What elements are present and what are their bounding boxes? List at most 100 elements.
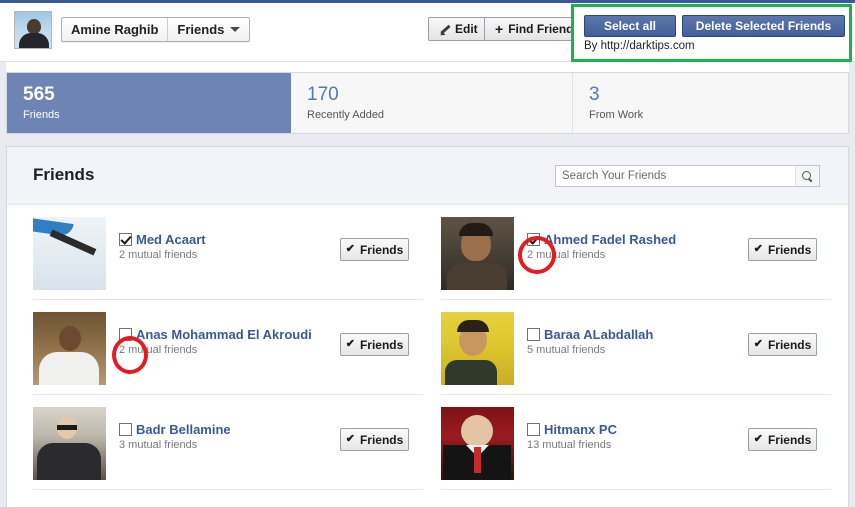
friends-status-button[interactable]: ✔ Friends [340, 428, 409, 451]
friend-info: Anas Mohammad El Akroudi 2 mutual friend… [119, 327, 327, 356]
check-icon: ✔ [345, 433, 355, 445]
friend-mutual-count: 13 mutual friends [527, 439, 612, 451]
friend-name[interactable]: Anas Mohammad El Akroudi [136, 327, 312, 342]
stat-from-work-label: From Work [589, 109, 644, 121]
stat-friends-count: 565 [23, 84, 55, 105]
friend-name[interactable]: Hitmanx PC [544, 422, 617, 437]
edit-button-label: Edit [455, 22, 478, 36]
table-row: Anas Mohammad El Akroudi 2 mutual friend… [33, 300, 423, 395]
search-button[interactable] [795, 166, 819, 186]
friend-name-line: Med Acaart [119, 232, 327, 247]
avatar[interactable] [14, 11, 52, 49]
friend-info: Baraa ALabdallah 5 mutual friends [527, 327, 735, 356]
friend-thumbnail[interactable] [441, 407, 514, 480]
friend-select-checkbox[interactable] [527, 233, 540, 246]
check-icon: ✔ [345, 243, 355, 255]
friends-status-button[interactable]: ✔ Friends [748, 238, 817, 261]
friends-stats-row: 565 Friends 170 Recently Added 3 From Wo… [6, 72, 849, 134]
friend-name[interactable]: Baraa ALabdallah [544, 327, 653, 342]
friend-select-checkbox[interactable] [119, 328, 132, 341]
breadcrumb-section-label: Friends [177, 22, 225, 37]
select-all-button[interactable]: Select all [584, 15, 676, 37]
stat-recently-added-label: Recently Added [307, 109, 385, 121]
friends-status-label: Friends [767, 337, 812, 352]
page-gutter-middle [0, 134, 855, 146]
friend-info: Med Acaart 2 mutual friends [119, 232, 327, 261]
annotation-highlight-box: Select all Delete Selected Friends By ht… [571, 4, 852, 62]
friend-mutual-count: 5 mutual friends [527, 344, 606, 356]
friend-select-checkbox[interactable] [119, 423, 132, 436]
friend-thumbnail[interactable] [441, 217, 514, 290]
breadcrumb: Amine Raghib Friends [61, 17, 251, 42]
magnifier-icon [802, 170, 813, 182]
avatar-head [27, 19, 41, 34]
friends-panel: Friends Med Acaart 2 m [6, 146, 849, 507]
friend-name[interactable]: Med Acaart [136, 232, 206, 247]
page-title: Friends [33, 165, 95, 184]
delete-selected-label: Delete Selected Friends [695, 19, 832, 33]
friends-column-left: Med Acaart 2 mutual friends ✔ Friends An… [33, 205, 423, 490]
friend-thumbnail[interactable] [33, 407, 106, 480]
friend-name[interactable]: Ahmed Fadel Rashed [544, 232, 676, 247]
select-all-label: Select all [603, 19, 657, 33]
friends-column-right: Ahmed Fadel Rashed 2 mutual friends ✔ Fr… [441, 205, 831, 490]
friends-status-label: Friends [767, 432, 812, 447]
table-row: Badr Bellamine 3 mutual friends ✔ Friend… [33, 395, 423, 490]
friend-name-line: Anas Mohammad El Akroudi [119, 327, 327, 342]
friends-panel-header: Friends [7, 147, 848, 205]
friend-mutual-count: 3 mutual friends [119, 439, 198, 451]
delete-selected-friends-button[interactable]: Delete Selected Friends [682, 15, 845, 37]
friend-thumbnail[interactable] [33, 312, 106, 385]
friends-status-label: Friends [359, 432, 404, 447]
friend-thumbnail[interactable] [33, 217, 106, 290]
table-row: Baraa ALabdallah 5 mutual friends ✔ Frie… [441, 300, 831, 395]
friend-mutual-count: 2 mutual friends [119, 344, 198, 356]
stat-tab-from-work[interactable]: 3 From Work [573, 73, 848, 133]
friends-status-button[interactable]: ✔ Friends [748, 428, 817, 451]
stat-friends-label: Friends [23, 109, 60, 121]
table-row: Med Acaart 2 mutual friends ✔ Friends [33, 205, 423, 300]
stat-recently-added-count: 170 [307, 84, 339, 105]
friend-name-line: Ahmed Fadel Rashed [527, 232, 735, 247]
friends-status-label: Friends [767, 242, 812, 257]
check-icon: ✔ [753, 338, 763, 350]
friend-name-line: Baraa ALabdallah [527, 327, 735, 342]
friend-select-checkbox[interactable] [119, 233, 132, 246]
friends-status-label: Friends [359, 242, 404, 257]
plus-icon: + [495, 21, 504, 37]
friend-name[interactable]: Badr Bellamine [136, 422, 231, 437]
search-friends-box [555, 165, 820, 187]
friend-name-line: Hitmanx PC [527, 422, 735, 437]
table-row: Hitmanx PC 13 mutual friends ✔ Friends [441, 395, 831, 490]
annotation-credit: By http://darktips.com [584, 40, 695, 52]
friend-mutual-count: 2 mutual friends [527, 249, 606, 261]
breadcrumb-profile-name[interactable]: Amine Raghib [62, 18, 169, 41]
stat-tab-friends[interactable]: 565 Friends [7, 73, 291, 133]
friend-mutual-count: 2 mutual friends [119, 249, 198, 261]
find-friends-label: Find Friends [508, 22, 581, 36]
page-gutter-right [849, 62, 855, 507]
friends-status-button[interactable]: ✔ Friends [340, 238, 409, 261]
breadcrumb-section[interactable]: Friends [168, 18, 249, 41]
friends-page: Amine Raghib Friends Edit + Find Friends… [0, 0, 855, 507]
stat-from-work-count: 3 [589, 84, 600, 105]
table-row: Ahmed Fadel Rashed 2 mutual friends ✔ Fr… [441, 205, 831, 300]
friend-select-checkbox[interactable] [527, 423, 540, 436]
search-input[interactable] [556, 166, 795, 186]
friends-status-label: Friends [359, 337, 404, 352]
friend-info: Hitmanx PC 13 mutual friends [527, 422, 735, 451]
stat-tab-recently-added[interactable]: 170 Recently Added [291, 73, 573, 133]
pencil-icon [439, 24, 450, 35]
friend-info: Badr Bellamine 3 mutual friends [119, 422, 327, 451]
friends-status-button[interactable]: ✔ Friends [340, 333, 409, 356]
friend-thumbnail[interactable] [441, 312, 514, 385]
friend-name-line: Badr Bellamine [119, 422, 327, 437]
friend-info: Ahmed Fadel Rashed 2 mutual friends [527, 232, 735, 261]
friend-select-checkbox[interactable] [527, 328, 540, 341]
edit-button[interactable]: Edit [428, 17, 489, 41]
check-icon: ✔ [345, 338, 355, 350]
chevron-down-icon [230, 27, 241, 32]
avatar-body [19, 33, 49, 48]
check-icon: ✔ [753, 433, 763, 445]
friends-status-button[interactable]: ✔ Friends [748, 333, 817, 356]
